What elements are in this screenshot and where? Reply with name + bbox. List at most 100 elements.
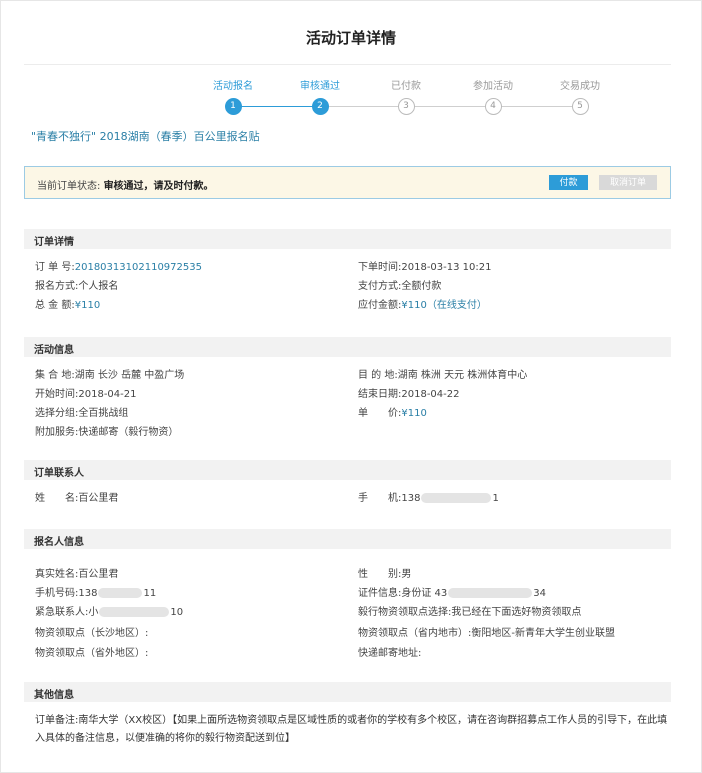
field-label: 物资领取点（省内地市）: xyxy=(358,628,472,639)
field-label: 姓 名: xyxy=(35,493,79,504)
order-time: 下单时间:2018-03-13 10:21 xyxy=(358,258,492,273)
step-1: 活动报名 1 xyxy=(197,80,269,115)
id-prefix: 身份证 43 xyxy=(401,588,448,599)
step-label: 活动报名 xyxy=(213,81,253,92)
emergency-suffix: 10 xyxy=(170,607,184,618)
section-order-contact: 订单联系人 xyxy=(24,460,671,480)
order-status-label: 当前订单状态: xyxy=(37,181,101,192)
redacted-blur xyxy=(448,588,533,598)
field-label: 手 机: xyxy=(358,493,402,504)
end-date-value: 2018-04-22 xyxy=(401,389,460,400)
contact-phone-prefix: 138 xyxy=(401,493,421,504)
start-time: 开始时间:2018-04-21 xyxy=(35,385,137,400)
field-label: 订单备注: xyxy=(35,715,79,726)
field-label: 性 别: xyxy=(358,569,402,580)
real-name-value: 百公里君 xyxy=(78,569,119,580)
section-heading: 订单联系人 xyxy=(34,468,84,479)
field-label: 开始时间: xyxy=(35,389,79,400)
field-label: 下单时间: xyxy=(358,262,402,273)
emergency-prefix: 小 xyxy=(88,607,99,618)
pickup-province-value: 衡阳地区-新青年大学生创业联盟 xyxy=(471,628,615,639)
event-title-link[interactable]: "青春不独行" 2018湖南（春季）百公里报名贴 xyxy=(31,128,260,144)
step-5: 交易成功 5 xyxy=(544,80,616,115)
group-selection-value: 全百挑战组 xyxy=(78,408,129,419)
pickup-choice-value: 我已经在下面选好物资领取点 xyxy=(451,607,582,618)
contact-phone-suffix: 1 xyxy=(492,493,499,504)
step-number: 1 xyxy=(224,98,242,115)
section-heading: 报名人信息 xyxy=(34,537,84,548)
order-time-value: 2018-03-13 10:21 xyxy=(401,262,492,273)
field-label: 报名方式: xyxy=(35,281,79,292)
order-status-bar: 当前订单状态: 审核通过，请及时付款。 付款 取消订单 xyxy=(24,166,671,199)
step-label: 交易成功 xyxy=(560,81,600,92)
step-3: 已付款 3 xyxy=(370,80,442,115)
step-2: 审核通过 2 xyxy=(284,80,356,115)
contact-name-value: 百公里君 xyxy=(78,493,119,504)
contact-name: 姓 名:百公里君 xyxy=(35,489,118,504)
title-divider xyxy=(24,64,671,65)
order-status: 当前订单状态: 审核通过，请及时付款。 xyxy=(37,177,214,192)
registration-method: 报名方式:个人报名 xyxy=(35,277,118,292)
field-label: 手机号码: xyxy=(35,588,79,599)
pickup-outside: 物资领取点（省外地区）: xyxy=(35,644,148,659)
field-label: 结束日期: xyxy=(358,389,402,400)
gender-value: 男 xyxy=(401,569,412,580)
field-label: 单 价: xyxy=(358,408,402,419)
step-4: 参加活动 4 xyxy=(457,80,529,115)
mobile-prefix: 138 xyxy=(78,588,98,599)
section-heading: 活动信息 xyxy=(34,345,74,356)
step-label: 参加活动 xyxy=(473,81,513,92)
section-order-details: 订单详情 xyxy=(24,229,671,249)
id-suffix: 34 xyxy=(533,588,547,599)
step-number: 3 xyxy=(397,98,415,115)
payment-method-value: 全额付款 xyxy=(401,281,442,292)
field-label: 附加服务: xyxy=(35,427,79,438)
amount-due: 应付金额:¥110（在线支付） xyxy=(358,296,487,311)
step-connector-3 xyxy=(414,106,492,107)
total-amount-value: ¥110 xyxy=(74,300,101,311)
section-other-info: 其他信息 xyxy=(24,682,671,702)
redacted-blur xyxy=(98,588,143,598)
field-label: 毅行物资领取点选择: xyxy=(358,607,452,618)
field-label: 总 金 额: xyxy=(35,300,75,311)
emergency-contact: 紧急联系人:小 10 xyxy=(35,603,183,618)
field-label: 物资领取点（长沙地区）: xyxy=(35,628,149,639)
section-heading: 其他信息 xyxy=(34,690,74,701)
redacted-blur xyxy=(421,493,492,503)
order-number: 订 单 号:20180313102110972535 xyxy=(35,258,202,273)
order-progress-steps: 活动报名 1 审核通过 2 已付款 3 参加活动 4 交易成功 5 xyxy=(196,80,616,120)
extra-service-value: 快递邮寄（毅行物资） xyxy=(78,427,179,438)
payment-method: 支付方式:全额付款 xyxy=(358,277,441,292)
unit-price: 单 价:¥110 xyxy=(358,404,427,419)
field-label: 目 的 地: xyxy=(358,370,398,381)
step-number: 4 xyxy=(484,98,502,115)
order-status-value: 审核通过，请及时付款。 xyxy=(103,181,214,192)
end-date: 结束日期:2018-04-22 xyxy=(358,385,460,400)
field-label: 紧急联系人: xyxy=(35,607,89,618)
order-note-value: 南华大学（XX校区）【如果上面所选物资领取点是区域性质的或者你的学校有多个校区，… xyxy=(35,715,668,744)
step-number: 2 xyxy=(311,98,329,115)
field-label: 支付方式: xyxy=(358,281,402,292)
step-connector-1 xyxy=(234,106,320,107)
id-info: 证件信息:身份证 43 34 xyxy=(358,584,546,599)
field-label: 应付金额: xyxy=(358,300,402,311)
pickup-province: 物资领取点（省内地市）:衡阳地区-新青年大学生创业联盟 xyxy=(358,624,615,639)
section-registrant-info: 报名人信息 xyxy=(24,529,671,549)
step-connector-2 xyxy=(329,106,405,107)
meeting-place-value: 湖南 长沙 岳麓 中盈广场 xyxy=(74,370,185,381)
start-time-value: 2018-04-21 xyxy=(78,389,137,400)
step-connector-4 xyxy=(501,106,578,107)
order-note: 订单备注:南华大学（XX校区）【如果上面所选物资领取点是区域性质的或者你的学校有… xyxy=(35,712,675,748)
postal-address: 快递邮寄地址: xyxy=(358,644,421,659)
registration-method-value: 个人报名 xyxy=(78,281,119,292)
step-label: 已付款 xyxy=(391,81,421,92)
pay-button[interactable]: 付款 xyxy=(549,175,588,190)
cancel-order-button[interactable]: 取消订单 xyxy=(599,175,657,190)
field-label: 选择分组: xyxy=(35,408,79,419)
order-number-value: 20180313102110972535 xyxy=(74,262,202,273)
total-amount: 总 金 额:¥110 xyxy=(35,296,100,311)
mobile-suffix: 11 xyxy=(143,588,157,599)
field-label: 证件信息: xyxy=(358,588,402,599)
field-label: 真实姓名: xyxy=(35,569,79,580)
destination-value: 湖南 株洲 天元 株洲体育中心 xyxy=(397,370,528,381)
